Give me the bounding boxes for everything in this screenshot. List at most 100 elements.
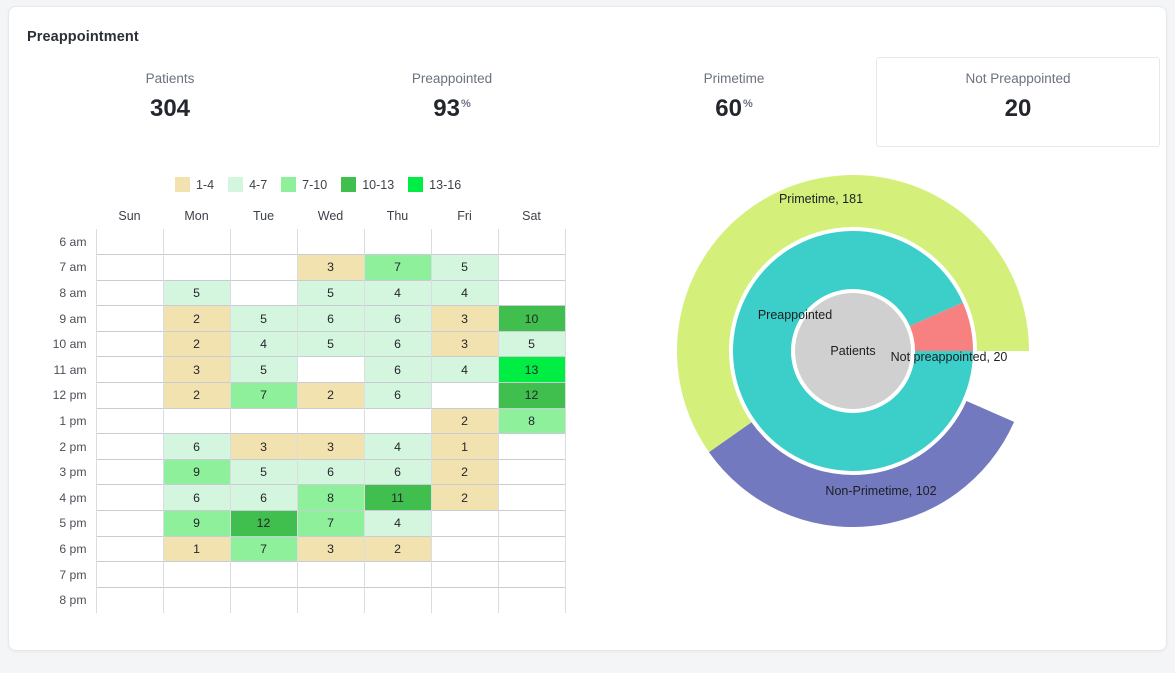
heatmap-cell[interactable]: 9 xyxy=(162,458,230,485)
heatmap-cell[interactable] xyxy=(430,510,498,537)
heatmap-cell[interactable]: 7 xyxy=(229,535,297,562)
heatmap-cell[interactable] xyxy=(430,382,498,409)
heatmap-cell[interactable] xyxy=(497,458,566,485)
heatmap-cell[interactable]: 2 xyxy=(296,382,364,409)
heatmap-cell[interactable]: 5 xyxy=(229,458,297,485)
heatmap-cell[interactable] xyxy=(95,382,163,409)
heatmap-cell[interactable]: 9 xyxy=(162,510,230,537)
heatmap-cell[interactable]: 7 xyxy=(229,382,297,409)
heatmap-cell[interactable] xyxy=(497,433,566,460)
heatmap-cell[interactable] xyxy=(497,561,566,588)
heatmap-cell[interactable] xyxy=(497,229,566,255)
heatmap-cell[interactable] xyxy=(95,510,163,537)
heatmap-cell[interactable]: 5 xyxy=(430,254,498,281)
heatmap-cell[interactable]: 6 xyxy=(363,356,431,383)
heatmap-cell[interactable] xyxy=(229,254,297,281)
heatmap-cell[interactable]: 2 xyxy=(162,330,230,357)
kpi-preappointed[interactable]: Preappointed 93% xyxy=(383,71,521,123)
heatmap-cell[interactable] xyxy=(95,458,163,485)
legend-item-1-4[interactable]: 1-4 xyxy=(175,177,214,192)
legend-item-4-7[interactable]: 4-7 xyxy=(228,177,267,192)
heatmap-cell[interactable] xyxy=(162,254,230,281)
heatmap-cell[interactable] xyxy=(497,254,566,281)
heatmap-cell[interactable] xyxy=(229,407,297,434)
heatmap-cell[interactable]: 4 xyxy=(430,356,498,383)
heatmap-cell[interactable] xyxy=(162,407,230,434)
heatmap-cell[interactable] xyxy=(363,407,431,434)
heatmap-cell[interactable]: 2 xyxy=(162,382,230,409)
kpi-patients[interactable]: Patients 304 xyxy=(101,71,239,123)
heatmap-cell[interactable]: 6 xyxy=(363,330,431,357)
heatmap-cell[interactable] xyxy=(497,279,566,306)
heatmap-cell[interactable] xyxy=(229,561,297,588)
heatmap-cell[interactable]: 11 xyxy=(363,484,431,511)
kpi-not-preappointed[interactable]: Not Preappointed 20 xyxy=(876,71,1160,123)
heatmap-cell[interactable]: 5 xyxy=(497,330,566,357)
heatmap-cell[interactable]: 2 xyxy=(430,407,498,434)
heatmap-cell[interactable]: 2 xyxy=(363,535,431,562)
heatmap-cell[interactable] xyxy=(497,510,566,537)
heatmap-cell[interactable] xyxy=(95,407,163,434)
heatmap-cell[interactable] xyxy=(229,279,297,306)
heatmap-cell[interactable]: 6 xyxy=(162,484,230,511)
heatmap-cell[interactable]: 5 xyxy=(162,279,230,306)
legend-item-13-16[interactable]: 13-16 xyxy=(408,177,461,192)
heatmap-cell[interactable] xyxy=(95,229,163,255)
heatmap-cell[interactable]: 7 xyxy=(363,254,431,281)
heatmap-cell[interactable] xyxy=(95,330,163,357)
heatmap-cell[interactable]: 8 xyxy=(296,484,364,511)
heatmap-cell[interactable]: 6 xyxy=(363,382,431,409)
heatmap-cell[interactable]: 5 xyxy=(296,330,364,357)
heatmap-cell[interactable] xyxy=(296,561,364,588)
heatmap-cell[interactable]: 5 xyxy=(229,305,297,332)
heatmap-cell[interactable]: 12 xyxy=(229,510,297,537)
heatmap-cell[interactable] xyxy=(430,586,498,613)
heatmap-cell[interactable] xyxy=(497,535,566,562)
heatmap-cell[interactable] xyxy=(95,356,163,383)
heatmap-cell[interactable] xyxy=(95,433,163,460)
heatmap-cell[interactable]: 4 xyxy=(430,279,498,306)
heatmap-cell[interactable] xyxy=(363,229,431,255)
heatmap-cell[interactable] xyxy=(95,535,163,562)
heatmap-cell[interactable]: 6 xyxy=(162,433,230,460)
heatmap-cell[interactable]: 4 xyxy=(363,510,431,537)
heatmap-cell[interactable] xyxy=(229,229,297,255)
heatmap-cell[interactable]: 2 xyxy=(162,305,230,332)
heatmap-cell[interactable]: 13 xyxy=(497,356,566,383)
heatmap-cell[interactable] xyxy=(497,484,566,511)
heatmap-cell[interactable]: 3 xyxy=(296,254,364,281)
heatmap-cell[interactable]: 6 xyxy=(296,305,364,332)
heatmap-cell[interactable]: 4 xyxy=(363,279,431,306)
heatmap-cell[interactable]: 1 xyxy=(430,433,498,460)
heatmap-cell[interactable] xyxy=(363,561,431,588)
heatmap-cell[interactable]: 2 xyxy=(430,458,498,485)
kpi-primetime[interactable]: Primetime 60% xyxy=(665,71,803,123)
heatmap-cell[interactable]: 6 xyxy=(363,305,431,332)
heatmap-cell[interactable]: 3 xyxy=(229,433,297,460)
heatmap-cell[interactable]: 5 xyxy=(296,279,364,306)
heatmap-cell[interactable] xyxy=(95,484,163,511)
heatmap-cell[interactable] xyxy=(430,561,498,588)
heatmap-cell[interactable] xyxy=(296,356,364,383)
heatmap-cell[interactable] xyxy=(95,586,163,613)
heatmap-cell[interactable]: 1 xyxy=(162,535,230,562)
heatmap-cell[interactable]: 6 xyxy=(363,458,431,485)
heatmap-cell[interactable] xyxy=(296,229,364,255)
heatmap-cell[interactable]: 2 xyxy=(430,484,498,511)
heatmap-cell[interactable] xyxy=(296,407,364,434)
heatmap-cell[interactable] xyxy=(430,535,498,562)
heatmap-cell[interactable] xyxy=(363,586,431,613)
heatmap-cell[interactable] xyxy=(95,254,163,281)
heatmap-cell[interactable]: 6 xyxy=(296,458,364,485)
heatmap-cell[interactable]: 12 xyxy=(497,382,566,409)
heatmap-cell[interactable]: 3 xyxy=(296,535,364,562)
heatmap-cell[interactable]: 3 xyxy=(296,433,364,460)
heatmap-cell[interactable] xyxy=(95,305,163,332)
heatmap-cell[interactable] xyxy=(162,561,230,588)
heatmap-cell[interactable] xyxy=(162,586,230,613)
heatmap-cell[interactable] xyxy=(296,586,364,613)
heatmap-cell[interactable] xyxy=(162,229,230,255)
heatmap-cell[interactable] xyxy=(430,229,498,255)
heatmap-cell[interactable]: 4 xyxy=(363,433,431,460)
heatmap-cell[interactable]: 6 xyxy=(229,484,297,511)
